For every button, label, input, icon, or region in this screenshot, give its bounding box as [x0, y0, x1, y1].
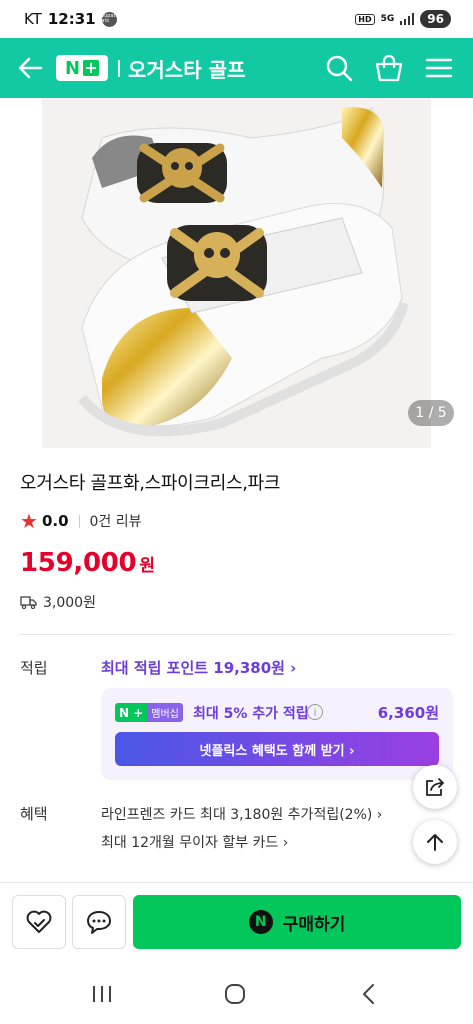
- image-counter: 1 / 5: [408, 400, 454, 426]
- heart-check-icon: [26, 910, 52, 933]
- network-label: 5G: [380, 13, 395, 24]
- battery-indicator: 96: [420, 10, 451, 28]
- shipping-fee-text: 3,000원: [43, 595, 96, 611]
- header-divider: [118, 60, 120, 77]
- delivery-truck-icon: [20, 595, 37, 609]
- talk-button[interactable]: [72, 895, 126, 949]
- shipping-fee: 3,000원: [20, 592, 96, 612]
- system-nav-bar: [0, 962, 473, 1024]
- price-unit: 원: [139, 556, 155, 576]
- back-button[interactable]: [348, 980, 388, 1008]
- arrow-up-icon: [427, 834, 443, 851]
- scroll-top-button[interactable]: [413, 820, 457, 864]
- logo-n: N: [64, 57, 81, 79]
- back-chevron-icon: [363, 984, 374, 1004]
- search-icon[interactable]: [324, 53, 354, 83]
- membership-label: 멤버십: [147, 703, 183, 722]
- product-title: 오거스타 골프화,스파이크리스,파크: [20, 473, 281, 494]
- membership-box: N + 멤버십 최대 5% 추가 적립 i 6,360원 넷플릭스 혜택도 함께…: [101, 688, 453, 780]
- membership-np: N +: [115, 703, 148, 722]
- share-button[interactable]: [413, 765, 457, 809]
- shopping-bag-icon[interactable]: [374, 53, 404, 83]
- membership-extra-points: 최대 5% 추가 적립: [193, 706, 309, 722]
- naver-plus-logo[interactable]: N +: [56, 55, 108, 81]
- review-count[interactable]: 0건 리뷰: [90, 511, 142, 531]
- membership-badge: N + 멤버십: [115, 703, 183, 722]
- price-value: 159,000: [20, 548, 137, 578]
- store-header: N + 오거스타 골프: [0, 38, 473, 98]
- wishlist-button[interactable]: [12, 895, 66, 949]
- home-button[interactable]: [215, 980, 255, 1008]
- rating-divider: [78, 514, 80, 528]
- status-bar: KT 12:31 coupang eats HD 5G 96: [0, 0, 473, 38]
- price: 159,000 원: [20, 548, 155, 578]
- star-icon: ★: [20, 509, 38, 533]
- benefits-label: 혜택: [20, 805, 48, 823]
- signal-icon: [400, 13, 415, 25]
- naver-pay-icon: N: [248, 910, 273, 934]
- buy-button[interactable]: N 구매하기: [133, 895, 461, 949]
- clock: 12:31: [47, 10, 96, 28]
- store-name[interactable]: 오거스타 골프: [128, 54, 245, 83]
- rating-score: 0.0: [41, 512, 69, 530]
- recent-apps-button[interactable]: [82, 980, 122, 1008]
- back-arrow-icon[interactable]: [16, 54, 44, 82]
- chat-icon: [87, 911, 111, 934]
- share-icon: [426, 778, 444, 796]
- netflix-benefit-button[interactable]: 넷플릭스 혜택도 함께 받기 ›: [115, 732, 439, 766]
- purchase-bar: N 구매하기: [0, 882, 473, 962]
- recent-apps-icon: [93, 986, 111, 1002]
- section-divider: [20, 634, 453, 635]
- notification-icon: coupang eats: [98, 11, 120, 27]
- hd-icon: HD: [355, 13, 375, 25]
- carrier: KT: [24, 10, 42, 28]
- max-points-link[interactable]: 최대 적립 포인트 19,380원 ›: [101, 657, 296, 678]
- sneaker-illustration: [42, 98, 431, 448]
- home-icon: [225, 984, 245, 1004]
- benefit-card-points[interactable]: 라인프렌즈 카드 최대 3,180원 추가적립(2%) ›: [101, 804, 382, 824]
- info-icon[interactable]: i: [307, 704, 323, 720]
- rating-row[interactable]: ★ 0.0 0건 리뷰: [20, 511, 142, 531]
- buy-label: 구매하기: [282, 914, 346, 935]
- product-image[interactable]: [42, 98, 431, 448]
- membership-amount: 6,360원: [377, 704, 439, 722]
- logo-plus: +: [83, 58, 100, 77]
- benefit-installment[interactable]: 최대 12개월 무이자 할부 카드 ›: [101, 832, 288, 852]
- points-label: 적립: [20, 659, 48, 677]
- hamburger-menu-icon[interactable]: [424, 53, 454, 83]
